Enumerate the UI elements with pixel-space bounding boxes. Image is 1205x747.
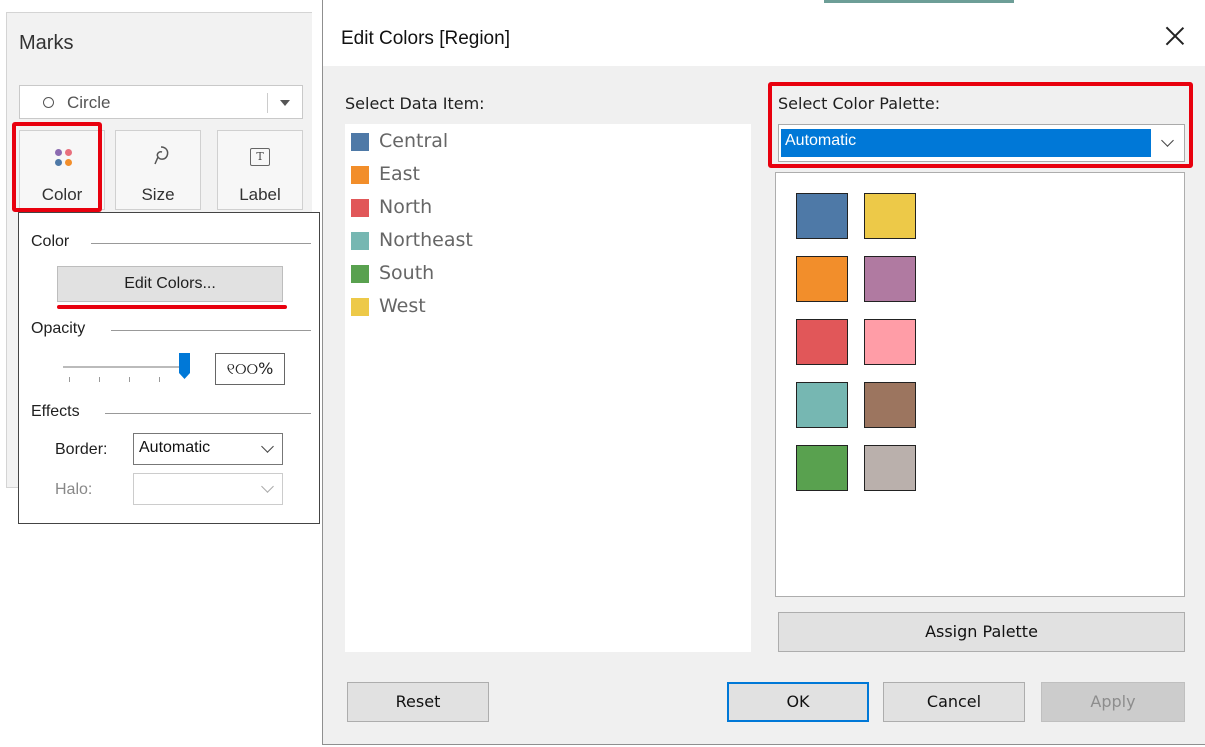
palette-swatch-panel (775, 172, 1185, 597)
data-item-swatch (351, 232, 369, 250)
color-palette-dropdown[interactable]: Automatic (778, 124, 1185, 162)
section-divider (105, 413, 311, 414)
data-item-name: Central (379, 130, 449, 152)
section-divider (111, 330, 311, 331)
slider-tick (99, 377, 100, 382)
effects-section-label: Effects (31, 403, 80, 420)
palette-swatch[interactable] (796, 319, 848, 365)
opacity-value-field[interactable]: ୧୦୦% (215, 353, 285, 385)
data-item-name: North (379, 196, 433, 218)
ok-button[interactable]: OK (727, 682, 869, 722)
color-button[interactable]: Color (19, 130, 105, 210)
slider-tick (129, 377, 130, 382)
halo-label: Halo: (55, 481, 93, 498)
edit-colors-dialog: Edit Colors [Region] Select Data Item: C… (322, 0, 1205, 745)
assign-palette-button[interactable]: Assign Palette (778, 612, 1185, 652)
palette-swatch[interactable] (796, 382, 848, 428)
data-item-list: Central East North Northeast South West (345, 124, 751, 652)
palette-swatch[interactable] (864, 319, 916, 365)
circle-icon (43, 97, 54, 108)
close-icon[interactable] (1163, 24, 1187, 48)
palette-swatch[interactable] (864, 445, 916, 491)
edit-colors-highlight (57, 305, 287, 309)
color-dots-icon (55, 149, 73, 167)
select-color-palette-label: Select Color Palette: (778, 94, 941, 113)
size-icon (154, 146, 169, 165)
data-item-swatch (351, 166, 369, 184)
border-dropdown[interactable]: Automatic (133, 433, 283, 465)
select-data-item-label: Select Data Item: (345, 94, 485, 113)
dropdown-divider (267, 93, 268, 113)
edit-colors-button[interactable]: Edit Colors... (57, 266, 283, 302)
data-item-swatch (351, 298, 369, 316)
border-label: Border: (55, 441, 108, 458)
palette-swatch[interactable] (796, 256, 848, 302)
data-item-swatch (351, 133, 369, 151)
opacity-section-label: Opacity (31, 320, 86, 337)
cancel-button[interactable]: Cancel (883, 682, 1025, 722)
palette-value: Automatic (785, 132, 857, 149)
data-item-name: Northeast (379, 229, 473, 251)
color-section-label: Color (31, 233, 70, 250)
data-item-name: South (379, 262, 435, 284)
palette-swatch[interactable] (796, 445, 848, 491)
halo-dropdown[interactable] (133, 473, 283, 505)
dialog-title: Edit Colors [Region] (341, 28, 510, 49)
palette-swatch[interactable] (864, 382, 916, 428)
chevron-down-icon (261, 440, 274, 453)
border-value: Automatic (139, 439, 211, 456)
label-button[interactable]: T Label (217, 130, 303, 210)
label-button-label: Label (239, 185, 281, 204)
color-button-label: Color (41, 185, 83, 204)
color-popup: Color Edit Colors... Opacity ୧୦୦% Effect… (18, 212, 320, 524)
palette-swatch[interactable] (864, 193, 916, 239)
data-item-swatch (351, 265, 369, 283)
text-icon: T (250, 148, 270, 166)
opacity-slider-thumb[interactable] (179, 353, 190, 379)
caret-down-icon (280, 100, 290, 106)
mark-type-value: Circle (67, 93, 111, 112)
palette-swatch[interactable] (864, 256, 916, 302)
chevron-down-icon (261, 480, 274, 493)
data-item-name: West (379, 295, 426, 317)
mark-type-dropdown[interactable]: Circle (19, 85, 303, 119)
opacity-slider-track[interactable] (63, 366, 185, 368)
slider-tick (69, 377, 70, 382)
size-button[interactable]: Size (115, 130, 201, 210)
section-divider (91, 243, 311, 244)
chevron-down-icon (1161, 134, 1174, 147)
data-item-name: East (379, 163, 420, 185)
apply-button[interactable]: Apply (1041, 682, 1185, 722)
slider-tick (159, 377, 160, 382)
data-item-swatch (351, 199, 369, 217)
dialog-title-bar: Edit Colors [Region] (323, 0, 1205, 66)
marks-title: Marks (19, 32, 74, 54)
background-sheet-edge (824, 0, 1014, 3)
palette-swatch[interactable] (796, 193, 848, 239)
size-button-label: Size (141, 185, 175, 204)
reset-button[interactable]: Reset (347, 682, 489, 722)
